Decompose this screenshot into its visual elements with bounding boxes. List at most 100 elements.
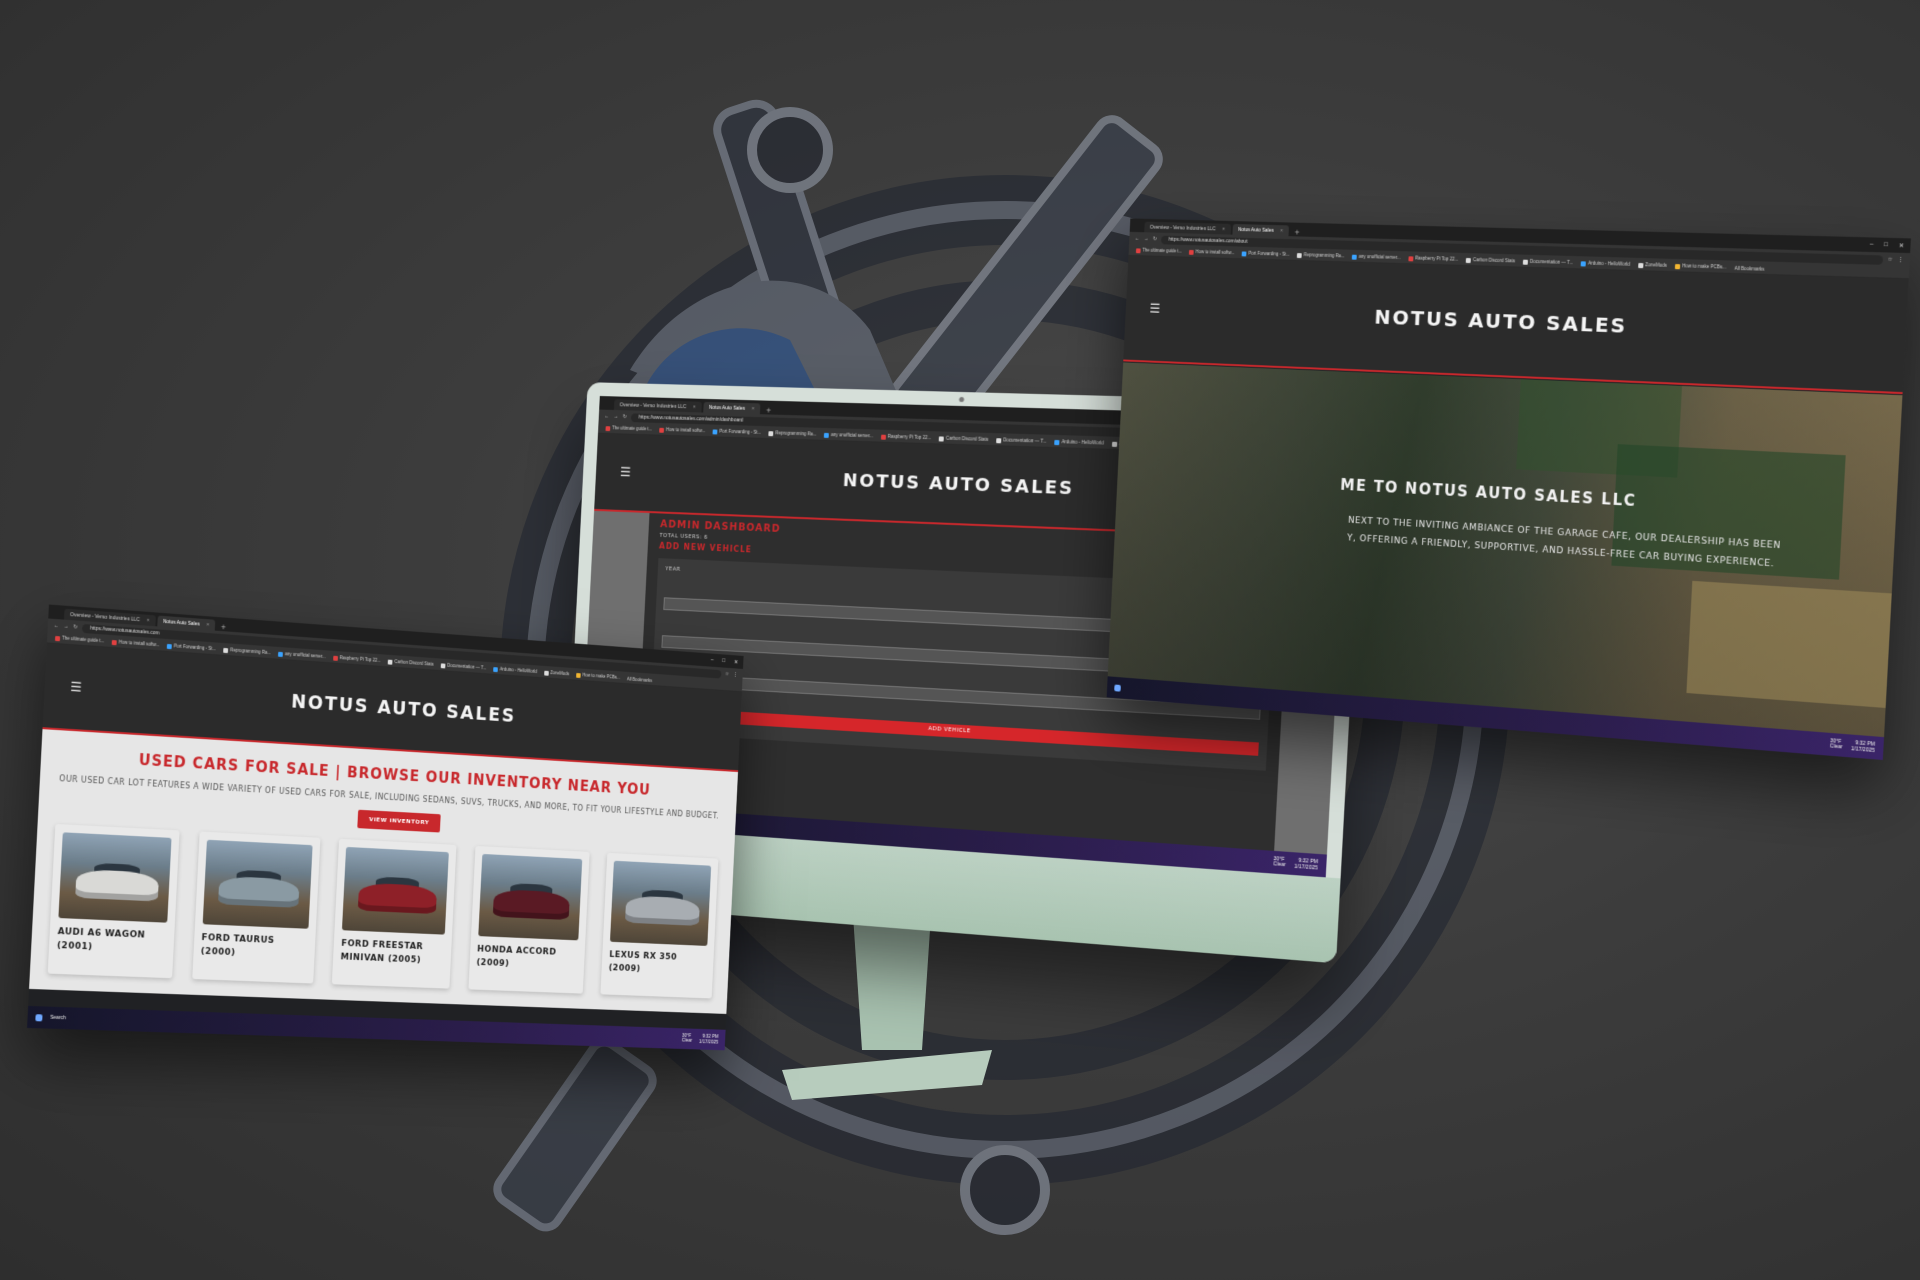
star-icon[interactable]: ☆ [725,671,729,677]
menu-icon[interactable]: ☰ [70,679,82,695]
car-name: FORD FREESTAR MINIVAN (2005) [340,938,424,965]
bookmark-item[interactable]: Carbon Discord Stats [1465,257,1515,264]
bookmark-item[interactable]: Reprogramming Ra... [223,647,271,656]
close-icon[interactable]: × [206,622,209,628]
menu-icon[interactable]: ☰ [1149,301,1160,316]
bookmark-item[interactable]: Arduino - HelloWorld [1580,261,1630,268]
car-name: FORD TAURUS (2000) [200,933,275,958]
bookmark-item[interactable]: Port Forwarding - St... [167,643,216,652]
car-card[interactable]: FORD TAURUS (2000) [191,831,321,984]
bookmark-item[interactable]: Carbon Discord Stats [387,659,434,667]
bookmark-item[interactable]: Raspberry Pi Top 22... [1408,256,1458,263]
bookmark-item[interactable]: Carbon Discord Stats [938,436,988,443]
bookmark-item[interactable]: Arduino - HelloWorld [493,666,537,674]
system-tray: 30°F Clear 9:32 PM 1/17/2025 [682,1033,719,1046]
close-window-icon[interactable]: ✕ [734,659,739,665]
close-icon[interactable]: × [147,617,150,623]
clock[interactable]: 9:32 PM 1/17/2025 [1294,858,1318,872]
system-tray: 30°F Clear 9:32 PM 1/17/2025 [1830,738,1875,755]
close-icon[interactable]: × [1280,228,1283,234]
car-body-shape [492,889,571,921]
clock[interactable]: 9:32 PM 1/17/2025 [1851,740,1875,754]
forward-icon[interactable]: → [63,624,68,630]
car-name: AUDI A6 WAGON (2001) [56,926,146,952]
new-tab-icon[interactable]: + [1290,228,1303,236]
bookmark-item[interactable]: Port Forwarding - St... [1241,251,1290,258]
close-window-icon[interactable]: ✕ [1898,242,1904,249]
close-icon[interactable]: × [751,406,754,412]
bookmark-item[interactable]: Documentation — T... [996,438,1047,445]
field-shape [1686,580,1892,708]
bookmark-item[interactable]: any unofficial server... [824,432,873,439]
forward-icon[interactable]: → [613,414,618,420]
site-title: NOTUS AUTO SALES [1373,304,1628,338]
car-body-shape [624,895,700,927]
bookmark-item[interactable]: Arduino - HelloWorld [1054,439,1104,446]
car-card[interactable]: LEXUS RX 350 (2009) [600,852,719,999]
taskbar: Search 30°F Clear 9:32 PM 1/17/2025 [27,1005,726,1051]
bookmark-item[interactable]: ZoneMods [543,670,569,677]
bookmark-item[interactable]: How to install softw... [111,639,160,648]
bookmark-item[interactable]: How to install softw... [1189,249,1235,255]
back-icon[interactable]: ← [1135,236,1140,242]
weather-widget[interactable]: 30°F Clear [1273,856,1286,869]
back-icon[interactable]: ← [604,414,609,420]
bookmark-item[interactable]: How to make PCBs... [1674,263,1726,270]
maximize-icon[interactable]: □ [722,658,725,665]
bookmark-item[interactable]: Reprogramming Ra... [1297,252,1345,259]
window-controls: – □ ✕ [1870,241,1911,249]
bookmark-item[interactable]: any unofficial server... [1352,254,1401,261]
windows-start-icon[interactable] [1114,684,1121,692]
bookmark-item[interactable]: Reprogramming Ra... [768,431,817,438]
back-icon[interactable]: ← [54,623,59,629]
bookmark-item[interactable]: Port Forwarding - St... [712,429,761,436]
all-bookmarks[interactable]: All Bookmarks [627,676,652,682]
browser-window-about: Overview - Verso Industries LLC × Notus A… [1106,218,1911,761]
car-photo [202,839,313,929]
star-icon[interactable]: ☆ [1888,257,1893,263]
new-tab-icon[interactable]: + [217,623,231,632]
reload-icon[interactable]: ↻ [73,624,77,630]
bookmark-item[interactable]: Raspberry Pi Top 22... [332,655,381,664]
forward-icon[interactable]: → [1144,236,1149,242]
view-inventory-button[interactable]: VIEW INVENTORY [357,809,441,833]
weather-widget[interactable]: 30°F Clear [682,1033,693,1044]
new-tab-icon[interactable]: + [762,406,776,415]
extensions-icon[interactable]: ⋮ [1898,257,1904,263]
minimize-icon[interactable]: – [1870,241,1874,248]
aerial-hero-image: ME TO NOTUS AUTO SALES LLC NEXT TO THE I… [1107,362,1903,738]
car-body-shape [218,875,300,909]
reload-icon[interactable]: ↻ [1153,236,1157,242]
close-icon[interactable]: × [1222,226,1225,232]
car-photo [477,853,582,941]
bookmark-item[interactable]: The ultimate guide t... [54,635,104,644]
taskbar-search[interactable]: Search [50,1015,66,1022]
bookmark-item[interactable]: Raspberry Pi Top 22... [880,434,931,441]
car-cards: AUDI A6 WAGON (2001) FORD TAURUS (2000) … [47,823,719,999]
bookmark-item[interactable]: How to make PCBs... [576,672,620,680]
windows-start-icon[interactable] [35,1013,43,1021]
bookmark-item[interactable]: any unofficial server... [278,651,326,660]
reload-icon[interactable]: ↻ [623,414,627,420]
tab-notus[interactable]: Notus Auto Sales × [1232,223,1289,237]
bookmark-item[interactable]: ZoneMods [1637,262,1667,268]
close-icon[interactable]: × [693,404,696,410]
car-card[interactable]: HONDA ACCORD (2009) [467,845,590,994]
bookmark-item[interactable]: The ultimate guide t... [1135,248,1182,254]
inventory-section: USED CARS FOR SALE | BROWSE OUR INVENTOR… [29,729,739,1014]
bookmark-item[interactable]: Documentation — T... [440,663,486,671]
bookmark-item[interactable]: Documentation — T... [1522,259,1573,266]
bookmark-item[interactable]: How to install softw... [659,427,706,434]
all-bookmarks[interactable]: All Bookmarks [1734,265,1764,271]
minimize-icon[interactable]: – [711,657,714,664]
clock[interactable]: 9:32 PM 1/17/2025 [699,1034,719,1046]
window-controls: – □ ✕ [711,657,744,666]
extensions-icon[interactable]: ⋮ [733,672,738,678]
menu-icon[interactable]: ☰ [620,465,632,480]
weather-widget[interactable]: 30°F Clear [1830,738,1843,751]
tab-notus[interactable]: Notus Auto Sales × [702,401,761,415]
car-card[interactable]: FORD FREESTAR MINIVAN (2005) [331,838,457,989]
maximize-icon[interactable]: □ [1884,241,1888,248]
bookmark-item[interactable]: The ultimate guide t... [605,426,652,433]
car-card[interactable]: AUDI A6 WAGON (2001) [47,823,180,979]
